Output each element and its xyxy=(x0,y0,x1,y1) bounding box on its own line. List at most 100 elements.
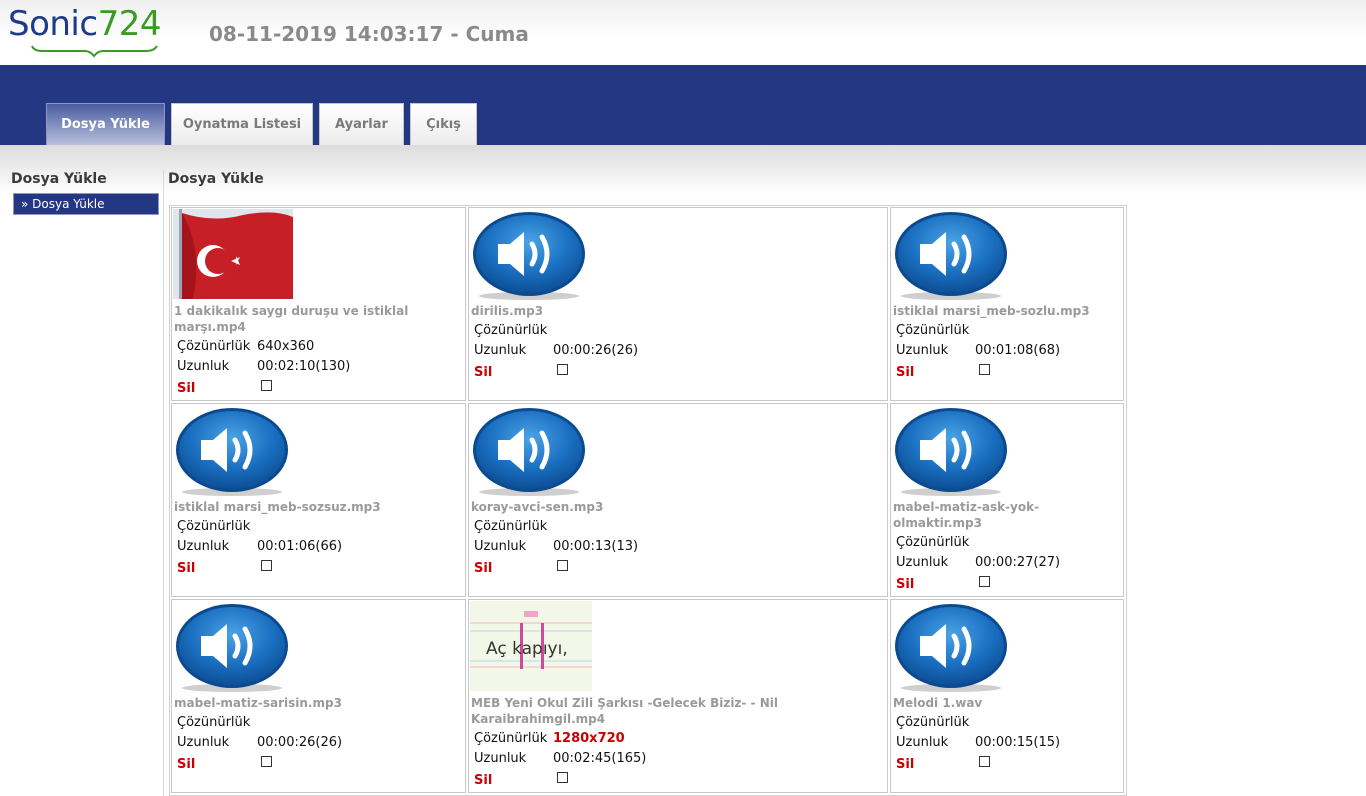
sidebar-divider xyxy=(163,170,164,796)
delete-checkbox[interactable] xyxy=(979,364,990,375)
resolution-value: 1280x720 xyxy=(553,731,625,746)
speaker-icon-thumb[interactable] xyxy=(175,407,289,501)
delete-checkbox[interactable] xyxy=(557,560,568,571)
file-name: istiklal marsi_meb-sozsuz.mp3 xyxy=(174,500,381,514)
video-thumbnail-flag[interactable] xyxy=(173,209,293,299)
speaker-icon-thumb[interactable] xyxy=(472,407,586,501)
file-name: olmaktir.mp3 xyxy=(893,516,982,530)
delete-label[interactable]: Sil xyxy=(474,773,492,789)
resolution-label: Çözünürlük xyxy=(474,731,548,746)
sonic724-logo[interactable]: Sonic724 xyxy=(8,4,168,60)
speaker-icon xyxy=(895,408,1007,496)
duration-value: 00:00:27(27) xyxy=(975,555,1061,570)
file-name: Melodi 1.wav xyxy=(893,696,983,710)
file-name: istiklal marsi_meb-sozlu.mp3 xyxy=(893,304,1090,318)
resolution-label: Çözünürlük xyxy=(474,519,548,534)
logo-text-sonic: Sonic xyxy=(8,4,98,44)
tab-cikis[interactable]: Çıkış xyxy=(410,103,477,145)
file-name: 1 dakikalık saygı duruşu ve istiklal xyxy=(174,304,409,318)
delete-checkbox[interactable] xyxy=(261,380,272,391)
tab-dosya-yukle[interactable]: Dosya Yükle xyxy=(46,103,165,145)
resolution-value: 640x360 xyxy=(257,339,315,354)
duration-label: Uzunluk xyxy=(896,735,949,750)
speaker-icon-thumb[interactable] xyxy=(175,603,289,697)
duration-label: Uzunluk xyxy=(474,751,527,766)
file-card: mabel-matiz-ask-yok-olmaktir.mp3 Çözünürl… xyxy=(890,403,1124,597)
sidebar-item-dosya-yukle[interactable]: » Dosya Yükle xyxy=(13,193,159,215)
page-title: Dosya Yükle xyxy=(168,171,264,187)
delete-label[interactable]: Sil xyxy=(474,561,492,577)
duration-label: Uzunluk xyxy=(474,539,527,554)
datetime-display: 08-11-2019 14:03:17 - Cuma xyxy=(209,22,529,46)
resolution-label: Çözünürlük xyxy=(177,339,251,354)
delete-label[interactable]: Sil xyxy=(177,757,195,773)
file-name: mabel-matiz-sarisin.mp3 xyxy=(174,696,342,710)
sub-bar xyxy=(0,145,1366,195)
file-card: Melodi 1.wav Çözünürlük Uzunluk 00:00:15(15… xyxy=(890,599,1124,793)
speaker-icon xyxy=(176,604,288,692)
duration-label: Uzunluk xyxy=(474,343,527,358)
tab-oynatma-listesi[interactable]: Oynatma Listesi xyxy=(171,103,313,145)
speaker-icon xyxy=(895,212,1007,300)
delete-label[interactable]: Sil xyxy=(177,381,195,397)
speaker-icon xyxy=(473,212,585,300)
delete-label[interactable]: Sil xyxy=(896,577,914,593)
delete-label[interactable]: Sil xyxy=(474,365,492,381)
duration-label: Uzunluk xyxy=(177,735,230,750)
sidebar-title: Dosya Yükle xyxy=(11,171,107,187)
duration-value: 00:01:08(68) xyxy=(975,343,1061,358)
video-thumbnail-school[interactable]: Aç kapıyı, xyxy=(470,601,592,695)
resolution-label: Çözünürlük xyxy=(474,323,548,338)
delete-checkbox[interactable] xyxy=(557,364,568,375)
file-card: istiklal marsi_meb-sozlu.mp3 Çözünürlük Uz… xyxy=(890,207,1124,401)
duration-label: Uzunluk xyxy=(896,555,949,570)
speaker-icon-thumb[interactable] xyxy=(472,211,586,305)
video-thumbnail: Aç kapıyı, xyxy=(470,601,592,691)
speaker-icon xyxy=(895,604,1007,692)
resolution-label: Çözünürlük xyxy=(177,715,251,730)
file-card: mabel-matiz-sarisin.mp3 Çözünürlük Uzunluk… xyxy=(171,599,466,793)
delete-checkbox[interactable] xyxy=(979,576,990,587)
resolution-label: Çözünürlük xyxy=(896,323,970,338)
duration-label: Uzunluk xyxy=(177,539,230,554)
duration-value: 00:00:13(13) xyxy=(553,539,639,554)
speaker-icon xyxy=(473,408,585,496)
delete-checkbox[interactable] xyxy=(261,756,272,767)
file-card: Aç kapıyı, MEB Yeni Okul Zili Şarkısı -G… xyxy=(468,599,888,793)
duration-value: 00:01:06(66) xyxy=(257,539,343,554)
nav-bar: Dosya Yükle Oynatma Listesi Ayarlar Çıkı… xyxy=(0,65,1366,145)
file-card: koray-avci-sen.mp3 Çözünürlük Uzunluk 00:00… xyxy=(468,403,888,597)
resolution-label: Çözünürlük xyxy=(896,715,970,730)
file-card: 1 dakikalık saygı duruşu ve istiklal marş… xyxy=(171,207,466,401)
video-thumbnail-text: Aç kapıyı, xyxy=(486,639,568,659)
delete-checkbox[interactable] xyxy=(261,560,272,571)
file-name: mabel-matiz-ask-yok- xyxy=(893,500,1040,514)
tab-ayarlar[interactable]: Ayarlar xyxy=(319,103,404,145)
resolution-label: Çözünürlük xyxy=(177,519,251,534)
delete-checkbox[interactable] xyxy=(557,772,568,783)
speaker-icon-thumb[interactable] xyxy=(894,407,1008,501)
duration-value: 00:02:10(130) xyxy=(257,359,351,374)
delete-label[interactable]: Sil xyxy=(896,365,914,381)
speaker-icon-thumb[interactable] xyxy=(894,211,1008,305)
file-name: dirilis.mp3 xyxy=(471,304,544,318)
duration-value: 00:00:26(26) xyxy=(553,343,639,358)
resolution-label: Çözünürlük xyxy=(896,535,970,550)
delete-label[interactable]: Sil xyxy=(896,757,914,773)
logo-text-number: 724 xyxy=(97,4,162,44)
delete-label[interactable]: Sil xyxy=(177,561,195,577)
delete-checkbox[interactable] xyxy=(979,756,990,767)
file-name: MEB Yeni Okul Zili Şarkısı -Gelecek Bizi… xyxy=(471,696,779,710)
flag-thumbnail xyxy=(173,209,293,299)
speaker-icon xyxy=(176,408,288,496)
speaker-icon-thumb[interactable] xyxy=(894,603,1008,697)
header: Sonic724 08-11-2019 14:03:17 - Cuma xyxy=(0,0,1366,65)
file-name: koray-avci-sen.mp3 xyxy=(471,500,604,514)
file-name: marşı.mp4 xyxy=(174,320,246,334)
duration-label: Uzunluk xyxy=(896,343,949,358)
file-card: istiklal marsi_meb-sozsuz.mp3 Çözünürlük U… xyxy=(171,403,466,597)
logo-swoosh xyxy=(31,45,158,58)
file-name: Karaibrahimgil.mp4 xyxy=(471,712,606,726)
duration-label: Uzunluk xyxy=(177,359,230,374)
duration-value: 00:02:45(165) xyxy=(553,751,647,766)
